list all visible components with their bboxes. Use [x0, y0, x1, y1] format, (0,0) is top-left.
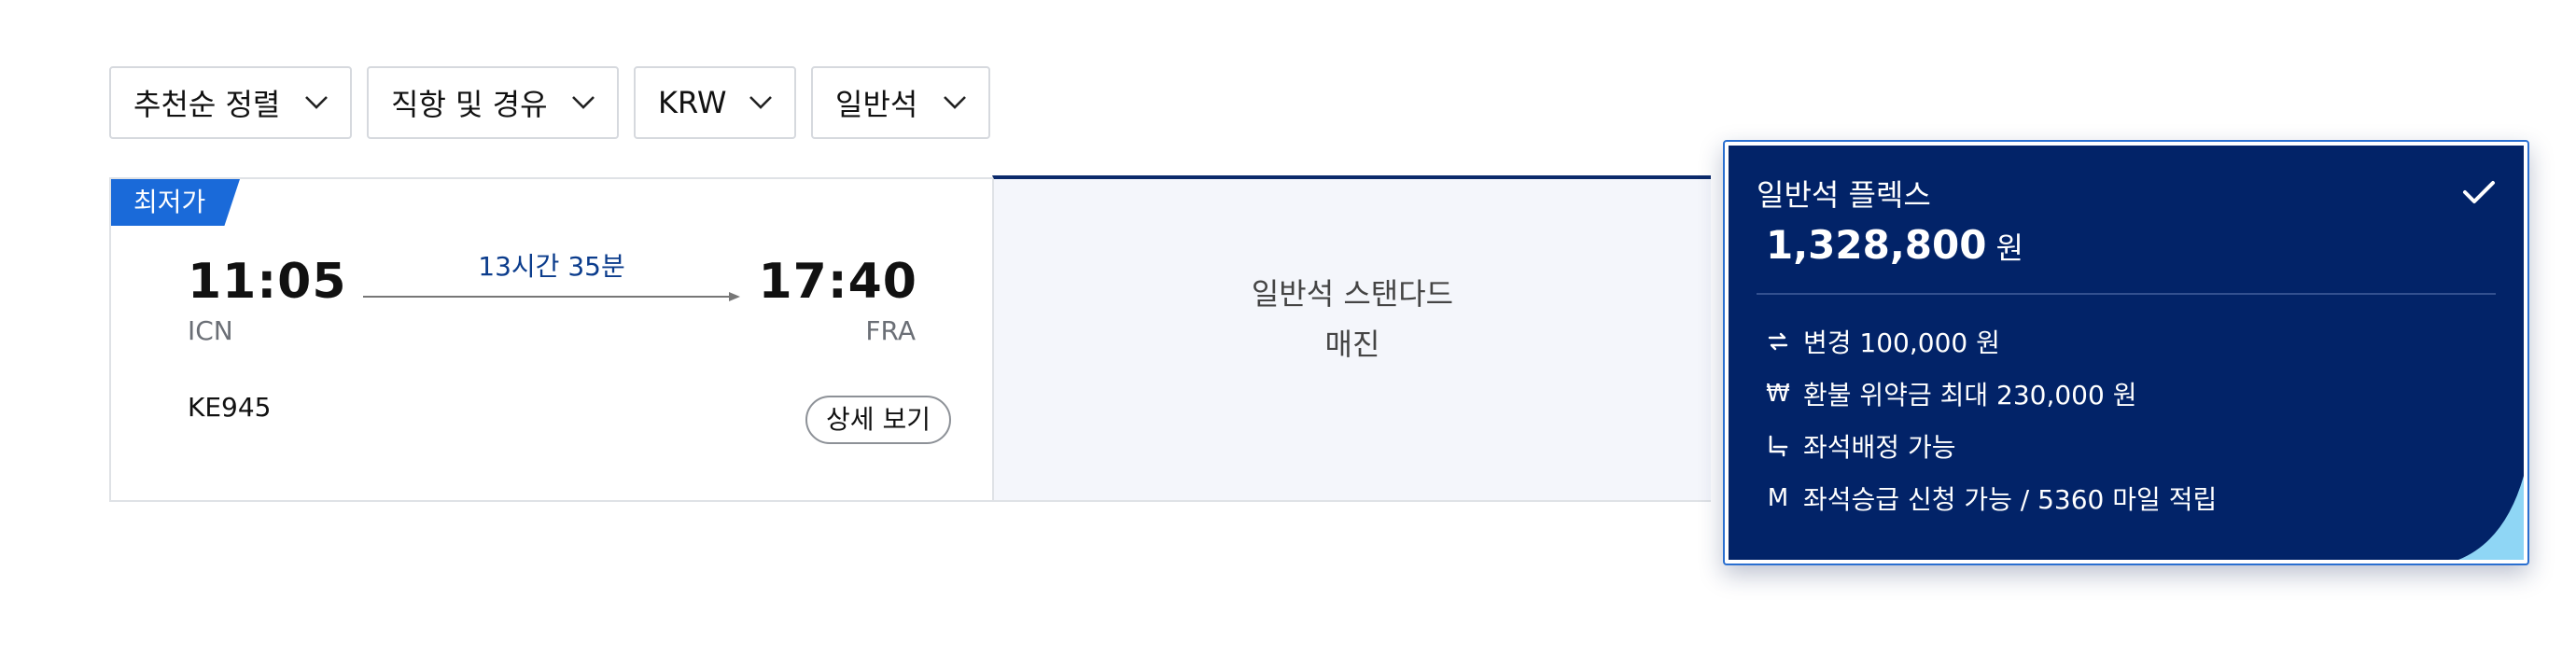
arrival-airport: FRA: [865, 315, 916, 346]
corner-accent: [2458, 476, 2524, 560]
fare-name: 일반석 플렉스: [1757, 177, 1931, 213]
sold-out-status: 매진: [1324, 327, 1380, 362]
chevron-down-icon: [305, 96, 328, 109]
divider: [1757, 293, 2496, 295]
chevron-down-icon: [749, 96, 772, 109]
flight-duration: 13시간 35분: [478, 251, 625, 282]
fare-option-standard: 일반석 스탠다드 매진: [992, 175, 1711, 502]
benefit-text: 좌석승급 신청 가능 / 5360 마일 적립: [1803, 484, 2218, 515]
cabin-class-dropdown[interactable]: 일반석: [811, 66, 990, 139]
arrival-time: 17:40: [758, 254, 917, 310]
currency-dropdown[interactable]: KRW: [634, 66, 796, 139]
flight-number: KE945: [188, 392, 272, 423]
checkmark-icon: [2463, 181, 2495, 203]
change-icon: [1766, 329, 1790, 354]
departure-airport: ICN: [188, 315, 233, 346]
benefit-change-fee: 변경 100,000 원: [1766, 323, 2000, 360]
lowest-price-badge: 최저가: [111, 179, 240, 226]
benefit-refund-penalty: ₩ 환불 위약금 최대 230,000 원: [1766, 375, 2136, 412]
currency-dropdown-label: KRW: [658, 85, 727, 120]
benefit-text: 환불 위약금 최대 230,000 원: [1803, 380, 2137, 411]
seat-icon: [1766, 434, 1790, 458]
benefit-text: 좌석배정 가능: [1803, 432, 1956, 463]
fare-option-flex[interactable]: 일반석 플렉스 1,328,800 원 변경 100,000 원 ₩ 환불 위약금…: [1723, 140, 2529, 565]
details-button[interactable]: 상세 보기: [805, 396, 951, 444]
fare-option-flex-panel: 일반석 플렉스 1,328,800 원 변경 100,000 원 ₩ 환불 위약금…: [1729, 146, 2524, 560]
route-arrow-icon: [363, 292, 740, 301]
sort-dropdown[interactable]: 추천순 정렬: [109, 66, 352, 139]
benefit-upgrade-mileage: M 좌석승급 신청 가능 / 5360 마일 적립: [1766, 480, 2217, 517]
mileage-icon: M: [1767, 484, 1789, 512]
fare-name: 일반석 스탠다드: [1251, 276, 1454, 312]
benefit-seat-assignment: 좌석배정 가능: [1766, 427, 1955, 465]
fare-price: 1,328,800 원: [1766, 222, 2023, 268]
won-icon: ₩: [1766, 380, 1790, 408]
cabin-class-dropdown-label: 일반석: [835, 87, 918, 122]
sort-dropdown-label: 추천순 정렬: [133, 87, 281, 122]
flight-card: 최저가 11:05 ICN 13시간 35분 17:40 FRA KE945 상…: [109, 177, 992, 502]
fare-price-currency: 원: [1995, 230, 2023, 266]
stops-dropdown[interactable]: 직항 및 경유: [367, 66, 619, 139]
departure-time: 11:05: [188, 254, 347, 310]
benefit-text: 변경 100,000 원: [1803, 327, 2000, 358]
chevron-down-icon: [944, 96, 966, 109]
chevron-down-icon: [572, 96, 595, 109]
stops-dropdown-label: 직항 및 경유: [391, 87, 548, 122]
fare-price-amount: 1,328,800: [1766, 222, 1987, 268]
